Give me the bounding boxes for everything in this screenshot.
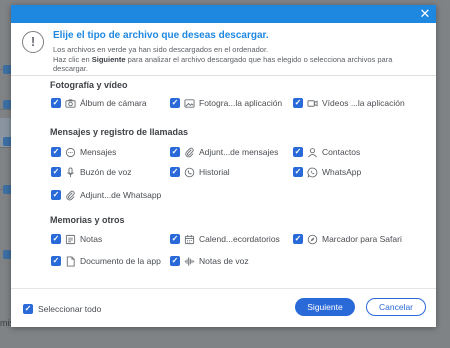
option-label: Notas de voz: [199, 256, 249, 266]
option-app-photos[interactable]: ✓ Fotogra...la aplicación: [170, 96, 282, 110]
option-label: Mensajes: [80, 147, 117, 157]
next-button[interactable]: Siguiente: [295, 298, 355, 316]
download-type-dialog: ✕ ! Elije el tipo de archivo que deseas …: [11, 5, 436, 327]
message-bubble-icon: [64, 146, 77, 158]
close-icon[interactable]: ✕: [418, 7, 432, 21]
checkbox[interactable]: ✓: [23, 304, 33, 314]
section-title-photo: Fotografía y vídeo: [50, 80, 128, 90]
info-icon: !: [22, 31, 44, 53]
option-label: Calend...ecordatorios: [199, 234, 280, 244]
info-text-pre: Haz clic en: [53, 55, 92, 64]
audio-waveform-icon: [183, 255, 196, 267]
option-label: Fotogra...la aplicación: [199, 98, 283, 108]
option-camera-roll[interactable]: ✓ Álbum de cámara: [51, 96, 147, 110]
checkbox[interactable]: ✓: [51, 98, 61, 108]
compass-icon: [306, 233, 319, 245]
document-icon: [64, 255, 77, 267]
camera-icon: [64, 97, 77, 109]
checkbox[interactable]: ✓: [170, 147, 180, 157]
option-app-documents[interactable]: ✓ Documento de la app: [51, 254, 161, 268]
checkbox[interactable]: ✓: [293, 98, 303, 108]
info-text-bold: Siguiente: [91, 55, 126, 64]
option-messages[interactable]: ✓ Mensajes: [51, 145, 116, 159]
select-all-checkbox[interactable]: ✓ Seleccionar todo: [23, 304, 101, 314]
option-label: Vídeos ...la aplicación: [322, 98, 405, 108]
option-label: Historial: [199, 167, 230, 177]
info-text-line1: Los archivos en verde ya han sido descar…: [53, 45, 269, 54]
option-label: WhatsApp: [322, 167, 362, 177]
option-calendar-reminders[interactable]: ✓ Calend...ecordatorios: [170, 232, 280, 246]
option-app-videos[interactable]: ✓ Vídeos ...la aplicación: [293, 96, 405, 110]
footer-divider: [11, 288, 436, 289]
checkbox[interactable]: ✓: [51, 234, 61, 244]
checkbox[interactable]: ✓: [170, 167, 180, 177]
section-title-memos: Memorias y otros: [50, 215, 125, 225]
contact-person-icon: [306, 146, 319, 158]
checkbox[interactable]: ✓: [293, 167, 303, 177]
checkbox[interactable]: ✓: [51, 147, 61, 157]
option-label: Notas: [80, 234, 103, 244]
option-whatsapp-attachments[interactable]: ✓ Adjunt...de Whatsapp: [51, 188, 161, 202]
microphone-icon: [64, 166, 77, 178]
notes-icon: [64, 233, 77, 245]
info-text-line2: Haz clic en Siguiente para analizar el a…: [53, 55, 392, 64]
phone-icon: [183, 166, 196, 178]
option-message-attachments[interactable]: ✓ Adjunt...de mensajes: [170, 145, 278, 159]
option-label: Adjunt...de Whatsapp: [80, 190, 162, 200]
option-label: Buzón de voz: [80, 167, 132, 177]
header-divider: [11, 75, 436, 76]
option-voice-memos[interactable]: ✓ Notas de voz: [170, 254, 249, 268]
checkbox[interactable]: ✓: [293, 234, 303, 244]
dialog-titlebar: ✕: [11, 5, 436, 23]
info-text-post: para analizar el archivo descargado que …: [125, 55, 393, 64]
option-voicemail[interactable]: ✓ Buzón de voz: [51, 165, 132, 179]
checkbox[interactable]: ✓: [170, 234, 180, 244]
paperclip-icon: [183, 146, 196, 158]
checkbox[interactable]: ✓: [170, 98, 180, 108]
checkbox[interactable]: ✓: [51, 256, 61, 266]
option-label: Adjunt...de mensajes: [199, 147, 279, 157]
option-label: Contactos: [322, 147, 361, 157]
paperclip-icon: [64, 189, 77, 201]
whatsapp-icon: [306, 166, 319, 178]
option-label: Marcador para Safari: [322, 234, 402, 244]
option-safari-bookmarks[interactable]: ✓ Marcador para Safari: [293, 232, 402, 246]
cancel-button[interactable]: Cancelar: [366, 298, 426, 316]
image-icon: [183, 97, 196, 109]
info-text-line3: descargar.: [53, 64, 89, 73]
dialog-title: Elije el tipo de archivo que deseas desc…: [53, 30, 269, 41]
calendar-icon: [183, 233, 196, 245]
select-all-label: Seleccionar todo: [38, 304, 102, 314]
option-call-history[interactable]: ✓ Historial: [170, 165, 230, 179]
checkbox[interactable]: ✓: [51, 190, 61, 200]
option-notes[interactable]: ✓ Notas: [51, 232, 102, 246]
option-contacts[interactable]: ✓ Contactos: [293, 145, 360, 159]
checkbox[interactable]: ✓: [170, 256, 180, 266]
option-label: Documento de la app: [80, 256, 161, 266]
checkbox[interactable]: ✓: [293, 147, 303, 157]
option-label: Álbum de cámara: [80, 98, 147, 108]
video-icon: [306, 97, 319, 109]
option-whatsapp[interactable]: ✓ WhatsApp: [293, 165, 361, 179]
section-title-messages: Mensajes y registro de llamadas: [50, 127, 189, 137]
checkbox[interactable]: ✓: [51, 167, 61, 177]
